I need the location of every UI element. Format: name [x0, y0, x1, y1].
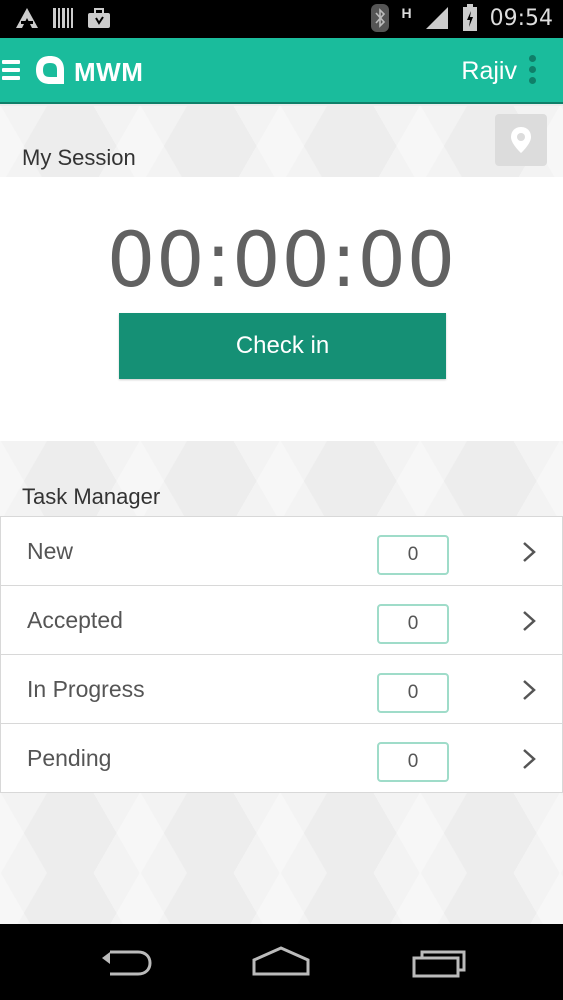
app-title: MWM [74, 57, 144, 87]
task-count-badge: 0 [377, 535, 449, 575]
back-icon[interactable] [96, 944, 154, 978]
location-pin-icon [511, 127, 531, 153]
bluetooth-icon [371, 4, 390, 32]
app-bar: MWM Rajiv [0, 38, 563, 104]
briefcase-icon [88, 8, 110, 28]
task-label: In Progress [27, 676, 145, 702]
home-icon[interactable] [250, 944, 312, 978]
system-nav-bar [0, 924, 563, 1000]
barcode-icon [53, 8, 73, 28]
session-title: My Session [22, 145, 136, 170]
session-card: 00:00:00 Check in [0, 177, 563, 441]
app-icon [16, 8, 38, 28]
task-label: Pending [27, 745, 112, 771]
task-row-accepted[interactable]: Accepted 0 [0, 586, 563, 655]
more-vert-icon[interactable] [527, 55, 537, 87]
location-button[interactable] [495, 114, 547, 166]
bottom-background [0, 793, 563, 924]
task-manager-title: Task Manager [22, 484, 161, 509]
chevron-right-icon [523, 680, 536, 700]
session-timer: 00:00:00 [106, 215, 457, 304]
recents-icon[interactable] [410, 944, 470, 978]
user-name[interactable]: Rajiv [461, 57, 517, 86]
logo-icon [36, 56, 64, 84]
task-label: New [27, 538, 74, 564]
task-label: Accepted [27, 607, 123, 633]
menu-icon[interactable] [2, 60, 20, 80]
battery-icon [462, 4, 477, 31]
network-type-label: H [401, 5, 412, 21]
check-in-button[interactable]: Check in [119, 313, 446, 379]
task-row-new[interactable]: New 0 [0, 517, 563, 586]
clock: 09:54 [489, 5, 553, 31]
task-count-badge: 0 [377, 742, 449, 782]
task-count-badge: 0 [377, 673, 449, 713]
signal-icon [425, 7, 448, 29]
task-row-in-progress[interactable]: In Progress 0 [0, 655, 563, 724]
task-count-badge: 0 [377, 604, 449, 644]
status-bar: H 09:54 [0, 0, 563, 38]
chevron-right-icon [523, 542, 536, 562]
chevron-right-icon [523, 611, 536, 631]
task-row-pending[interactable]: Pending 0 [0, 724, 563, 793]
task-list: New 0 Accepted 0 In Progress 0 Pending 0 [0, 516, 563, 793]
chevron-right-icon [523, 749, 536, 769]
